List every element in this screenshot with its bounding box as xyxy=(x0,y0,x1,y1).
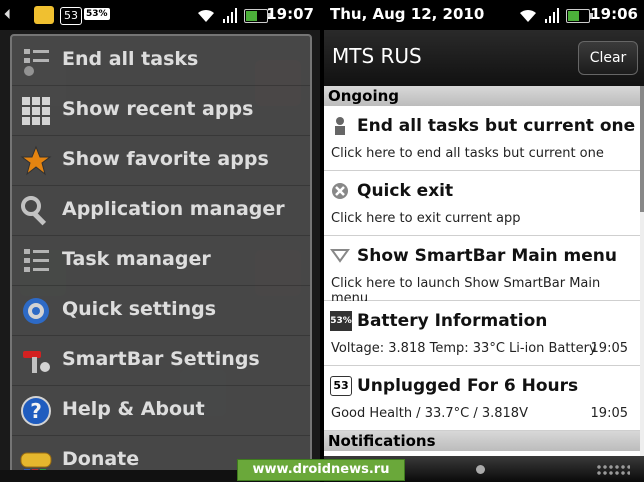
menu-item-label: Quick settings xyxy=(62,298,217,320)
smartbar-menu: End all tasks Show recent apps Show favo… xyxy=(10,34,312,474)
battery-percent-badge: 53% xyxy=(84,8,110,20)
handle-dot-icon xyxy=(476,465,485,474)
carrier-label: MTS RUS xyxy=(332,44,422,68)
list-icon xyxy=(24,249,49,272)
notification-title: Unplugged For 6 Hours xyxy=(357,376,579,396)
left-phone-screen: ⏴ 53 53% 19:07 End all tasks Show recent… xyxy=(0,0,320,482)
gear-icon xyxy=(23,298,49,324)
menu-item-label: SmartBar Settings xyxy=(62,348,260,370)
notification-title: Show SmartBar Main menu xyxy=(357,246,618,266)
wrench-icon xyxy=(21,196,47,226)
notification-time: 19:05 xyxy=(590,341,628,356)
list-icon xyxy=(24,49,49,76)
menu-item-smartbar-settings[interactable]: SmartBar Settings xyxy=(12,336,310,386)
tools-icon xyxy=(23,351,50,373)
status-bar: Thu, Aug 12, 2010 19:06 xyxy=(324,0,644,30)
person-icon xyxy=(335,117,345,135)
notification-item[interactable]: 53% Battery Information Voltage: 3.818 T… xyxy=(324,301,640,366)
battery-badge-icon: 53 xyxy=(60,7,82,25)
signal-icon xyxy=(545,8,559,23)
notification-text: Voltage: 3.818 Temp: 33°C Li-ion Battery xyxy=(331,341,597,356)
notification-shade-header: MTS RUS Clear xyxy=(324,30,644,86)
notification-title: End all tasks but current one xyxy=(357,116,636,136)
smartbar-app-icon xyxy=(34,6,54,24)
battery-icon xyxy=(244,9,271,23)
date-label: Thu, Aug 12, 2010 xyxy=(330,5,485,23)
help-icon: ? xyxy=(21,396,51,426)
svg-text:?: ? xyxy=(30,399,42,423)
exit-icon xyxy=(332,183,348,199)
grip-icon xyxy=(596,464,630,476)
notification-title: Battery Information xyxy=(357,311,548,331)
notification-text: Click here to end all tasks but current … xyxy=(331,146,604,161)
triangle-down-icon xyxy=(330,249,350,263)
menu-item-end-all-tasks[interactable]: End all tasks xyxy=(12,36,310,86)
menu-item-label: Task manager xyxy=(62,248,211,270)
clear-button[interactable]: Clear xyxy=(578,41,638,75)
battery-icon xyxy=(566,9,593,23)
notification-time: 19:05 xyxy=(590,406,628,421)
battery-badge-icon: 53 xyxy=(330,376,352,396)
menu-item-label: End all tasks xyxy=(62,48,199,70)
menu-item-task-manager[interactable]: Task manager xyxy=(12,236,310,286)
menu-item-show-favorite-apps[interactable]: Show favorite apps xyxy=(12,136,310,186)
notification-item[interactable]: End all tasks but current one Click here… xyxy=(324,106,640,171)
menu-item-label: Help & About xyxy=(62,398,205,420)
watermark: www.droidnews.ru xyxy=(237,459,405,481)
section-header-notifications: Notifications xyxy=(324,431,640,451)
right-phone-screen: Thu, Aug 12, 2010 19:06 MTS RUS Clear On… xyxy=(324,0,644,482)
battery-icon: 53% xyxy=(330,311,352,331)
menu-item-label: Application manager xyxy=(62,198,285,220)
wifi-icon xyxy=(198,9,214,22)
notification-item[interactable]: Show SmartBar Main menu Click here to la… xyxy=(324,236,640,306)
clock: 19:06 xyxy=(590,5,638,23)
notification-title: Quick exit xyxy=(357,181,454,201)
menu-item-label: Donate xyxy=(62,448,140,470)
notification-text: Click here to exit current app xyxy=(331,211,521,226)
menu-item-show-recent-apps[interactable]: Show recent apps xyxy=(12,86,310,136)
status-bar: ⏴ 53 53% 19:07 xyxy=(0,0,320,30)
notification-text: Good Health / 33.7°C / 3.818V xyxy=(331,406,528,421)
star-icon xyxy=(20,145,52,176)
back-arrow-icon: ⏴ xyxy=(4,7,11,23)
menu-item-application-manager[interactable]: Application manager xyxy=(12,186,310,236)
menu-item-help-about[interactable]: ? Help & About xyxy=(12,386,310,436)
notification-item[interactable]: Quick exit Click here to exit current ap… xyxy=(324,171,640,236)
notification-list[interactable]: Ongoing End all tasks but current one Cl… xyxy=(324,86,640,456)
menu-item-quick-settings[interactable]: Quick settings xyxy=(12,286,310,336)
menu-item-label: Show recent apps xyxy=(62,98,254,120)
signal-icon xyxy=(223,8,237,23)
menu-item-label: Show favorite apps xyxy=(62,148,269,170)
wifi-icon xyxy=(520,9,536,22)
section-header-ongoing: Ongoing xyxy=(324,86,640,106)
grid-icon xyxy=(22,97,50,125)
notification-item[interactable]: 53 Unplugged For 6 Hours Good Health / 3… xyxy=(324,366,640,431)
scrollbar-thumb[interactable] xyxy=(640,86,644,212)
clock: 19:07 xyxy=(266,5,314,23)
